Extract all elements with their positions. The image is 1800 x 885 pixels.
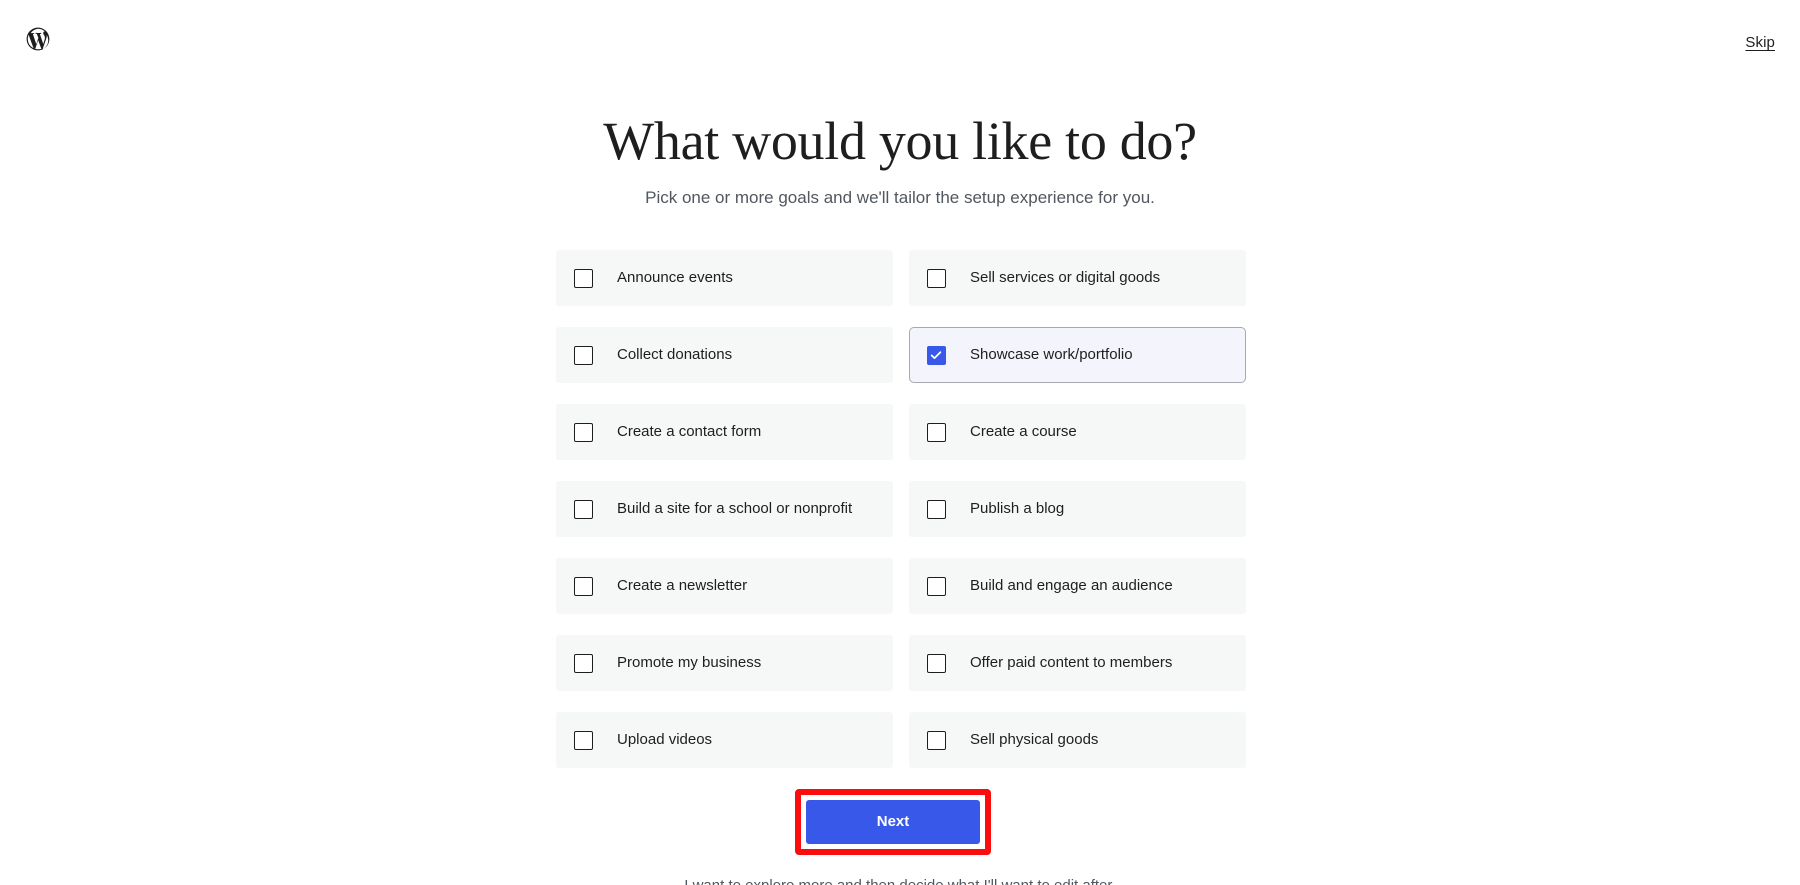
goal-card-sell-services-or-digital-goods[interactable]: Sell services or digital goods — [909, 250, 1246, 306]
checkbox-checked-icon[interactable] — [927, 345, 946, 365]
checkbox-icon[interactable] — [927, 499, 946, 519]
skip-link[interactable]: Skip — [1745, 33, 1775, 53]
goal-card-announce-events[interactable]: Announce events — [556, 250, 893, 306]
goal-card-showcase-work-portfolio[interactable]: Showcase work/portfolio — [909, 327, 1246, 383]
goal-card-sell-physical-goods[interactable]: Sell physical goods — [909, 712, 1246, 768]
goal-label: Create a newsletter — [617, 577, 748, 594]
checkbox-icon[interactable] — [927, 576, 946, 596]
page-subtitle: Pick one or more goals and we'll tailor … — [645, 188, 1155, 207]
page-title: What would you like to do? — [603, 111, 1197, 171]
goal-label: Announce events — [617, 269, 733, 286]
wordpress-logo-icon — [25, 26, 51, 52]
checkbox-icon[interactable] — [574, 653, 593, 673]
goal-card-build-and-engage-an-audience[interactable]: Build and engage an audience — [909, 558, 1246, 614]
goal-card-create-a-course[interactable]: Create a course — [909, 404, 1246, 460]
checkbox-icon[interactable] — [574, 499, 593, 519]
goals-grid: Announce events Sell services or digital… — [556, 250, 1246, 768]
goal-card-offer-paid-content-to-members[interactable]: Offer paid content to members — [909, 635, 1246, 691]
goal-card-publish-a-blog[interactable]: Publish a blog — [909, 481, 1246, 537]
checkbox-icon[interactable] — [927, 422, 946, 442]
checkbox-icon[interactable] — [927, 268, 946, 288]
checkbox-icon[interactable] — [574, 345, 593, 365]
goal-label: Sell physical goods — [970, 731, 1099, 748]
checkbox-icon[interactable] — [574, 268, 593, 288]
top-bar: Skip — [0, 0, 1800, 80]
checkbox-icon[interactable] — [574, 576, 593, 596]
goal-label: Create a contact form — [617, 423, 762, 440]
goal-card-create-a-contact-form[interactable]: Create a contact form — [556, 404, 893, 460]
next-button[interactable]: Next — [806, 800, 980, 844]
goal-card-promote-my-business[interactable]: Promote my business — [556, 635, 893, 691]
goal-card-create-a-newsletter[interactable]: Create a newsletter — [556, 558, 893, 614]
goal-label: Build a site for a school or nonprofit — [617, 500, 853, 517]
goal-label: Collect donations — [617, 346, 733, 363]
goal-label: Showcase work/portfolio — [970, 346, 1133, 363]
goal-card-upload-videos[interactable]: Upload videos — [556, 712, 893, 768]
goal-card-build-a-site-for-a-school-or-nonprofit[interactable]: Build a site for a school or nonprofit — [556, 481, 893, 537]
explore-more-note[interactable]: I want to explore more and then decide w… — [0, 876, 1800, 885]
checkbox-icon[interactable] — [574, 422, 593, 442]
onboarding-page: Skip What would you like to do? Pick one… — [0, 0, 1800, 885]
next-button-highlight-annotation: Next — [795, 789, 991, 855]
goal-label: Create a course — [970, 423, 1077, 440]
checkbox-icon[interactable] — [574, 730, 593, 750]
goal-card-collect-donations[interactable]: Collect donations — [556, 327, 893, 383]
checkbox-icon[interactable] — [927, 730, 946, 750]
goal-label: Offer paid content to members — [970, 654, 1173, 671]
goal-label: Promote my business — [617, 654, 762, 671]
goal-label: Sell services or digital goods — [970, 269, 1161, 286]
goal-label: Build and engage an audience — [970, 577, 1173, 594]
goal-label: Upload videos — [617, 731, 713, 748]
checkbox-icon[interactable] — [927, 653, 946, 673]
goal-label: Publish a blog — [970, 500, 1065, 517]
